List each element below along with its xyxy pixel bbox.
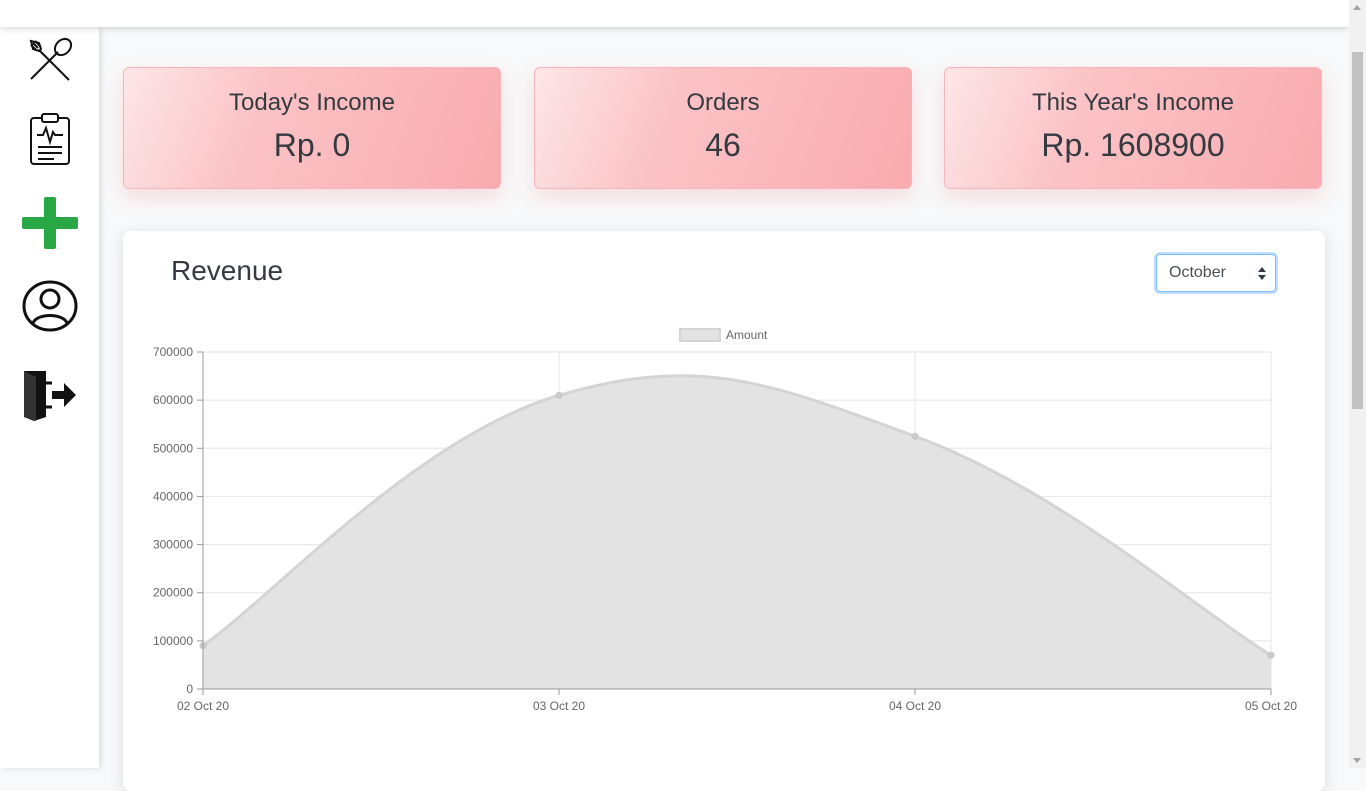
revenue-card: Revenue October 0 100000 200000 300000 40000… (123, 231, 1325, 791)
stat-value: 46 (705, 127, 741, 163)
y-tick-label: 600000 (153, 393, 193, 407)
page-scrollbar[interactable] (1349, 0, 1366, 768)
stat-card-year-income: This Year's Income Rp. 1608900 (944, 67, 1322, 189)
y-tick-label: 100000 (153, 634, 193, 648)
sidebar (0, 27, 99, 768)
stat-label: Orders (686, 89, 760, 116)
user-icon (22, 280, 78, 337)
legend-swatch (679, 328, 721, 342)
sidebar-item-orders[interactable] (15, 107, 85, 177)
y-tick-label: 700000 (153, 345, 193, 359)
stat-value: Rp. 0 (273, 127, 351, 163)
y-tick-label: 200000 (153, 586, 193, 600)
y-tick-label: 0 (186, 682, 193, 696)
stat-label: Today's Income (229, 89, 395, 116)
x-tick-label: 04 Oct 20 (889, 699, 941, 713)
y-tick-label: 500000 (153, 441, 193, 455)
series-area-amount (203, 375, 1271, 689)
stat-card-today-income: Today's Income Rp. 0 (123, 67, 501, 189)
sidebar-item-logout[interactable] (15, 362, 85, 432)
sidebar-item-add[interactable] (15, 190, 85, 260)
top-navbar (0, 0, 1349, 27)
stat-value: Rp. 1608900 (1041, 127, 1225, 163)
y-tick-label: 300000 (153, 538, 193, 552)
stat-label: This Year's Income (1031, 89, 1235, 116)
legend-label: Amount (726, 328, 768, 342)
sidebar-item-profile[interactable] (15, 273, 85, 343)
x-tick-label: 05 Oct 20 (1245, 699, 1297, 713)
scroll-down-arrow-icon[interactable] (1353, 758, 1361, 763)
x-tick-label: 03 Oct 20 (533, 699, 585, 713)
data-point (1267, 651, 1275, 659)
data-point (911, 432, 919, 440)
scroll-up-arrow-icon[interactable] (1353, 5, 1361, 10)
y-tick-label: 400000 (153, 489, 193, 503)
logout-icon (22, 369, 78, 426)
plus-icon (22, 196, 78, 254)
x-tick-label: 02 Oct 20 (177, 699, 229, 713)
clipboard-icon (28, 112, 72, 172)
sidebar-item-menu[interactable] (15, 27, 85, 97)
stat-card-orders: Orders 46 (534, 67, 912, 189)
scrollbar-thumb[interactable] (1352, 52, 1363, 409)
data-point (555, 391, 563, 399)
revenue-chart: 0 100000 200000 300000 400000 500000 600000 700… (153, 328, 1297, 713)
utensils-icon (27, 37, 73, 88)
